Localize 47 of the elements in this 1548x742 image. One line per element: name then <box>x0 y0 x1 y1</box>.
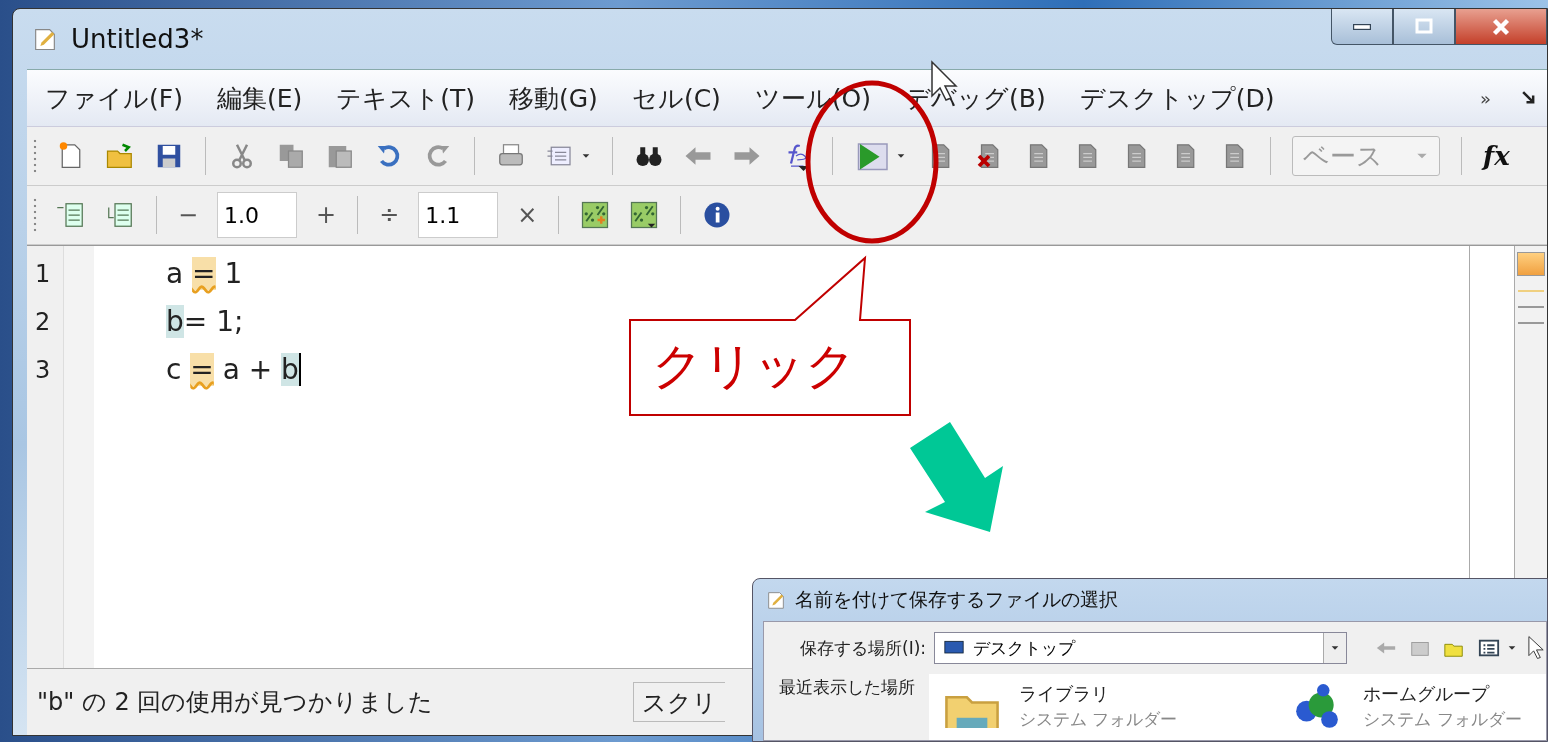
dialog-title: 名前を付けて保存するファイルの選択 <box>795 587 1118 612</box>
recent-places-item[interactable]: 最近表示した場所 <box>778 676 915 699</box>
line-number: 3 <box>34 355 52 386</box>
cell-percent-icon[interactable] <box>629 200 660 230</box>
menu-item[interactable]: デスクトップ(D) <box>1079 81 1275 115</box>
open-folder-icon[interactable] <box>105 141 135 171</box>
file-name[interactable]: ライブラリ <box>1019 682 1178 706</box>
code-line: a = 1 <box>166 256 244 292</box>
menu-item[interactable]: 編集(E) <box>216 81 303 115</box>
line-marker[interactable] <box>1518 290 1544 292</box>
file-type: システム フォルダー <box>1363 708 1522 731</box>
warning-marker[interactable] <box>1517 252 1545 276</box>
increment-field[interactable]: 1.0 <box>217 192 298 238</box>
insert-row-icon[interactable] <box>56 200 86 230</box>
increment-button[interactable]: + <box>316 201 337 229</box>
factor-field[interactable]: 1.1 <box>418 192 499 238</box>
maximize-button[interactable] <box>1393 9 1455 45</box>
menu-overflow[interactable]: » <box>1480 87 1491 109</box>
menu-item[interactable]: テキスト(T) <box>336 81 475 115</box>
location-label: 保存する場所(I): <box>800 636 924 660</box>
close-button[interactable] <box>1455 9 1547 45</box>
menu-item[interactable]: セル(C) <box>631 81 721 115</box>
file-type: システム フォルダー <box>1019 708 1178 731</box>
status-message: "b" の 2 回の使用が見つかりました <box>37 687 434 718</box>
menu-item[interactable]: ファイル(F) <box>45 81 183 115</box>
decrement-button[interactable]: − <box>178 201 199 229</box>
line-number: 1 <box>34 259 52 290</box>
line-number: 2 <box>34 307 52 338</box>
multiply-button[interactable]: × <box>517 201 538 229</box>
callout-text: クリック <box>652 336 856 397</box>
status-field: スクリ <box>633 682 726 722</box>
document-icon <box>765 589 787 611</box>
window-title: Untitled3* <box>71 24 204 54</box>
cell-percent-icon[interactable] <box>580 200 611 230</box>
cursor-icon <box>1527 635 1546 661</box>
menu-item[interactable]: 移動(G) <box>509 81 598 115</box>
divide-button[interactable]: ÷ <box>379 201 400 229</box>
minimize-button[interactable] <box>1331 9 1393 45</box>
file-name[interactable]: ホームグループ <box>1363 682 1522 706</box>
minimize-icon <box>1352 23 1372 30</box>
line-marker[interactable] <box>1518 306 1544 308</box>
outdent-row-icon[interactable] <box>105 200 135 230</box>
code-line: b= 1; <box>166 304 245 340</box>
view-menu-icon[interactable] <box>1477 637 1501 659</box>
location-dropdown[interactable]: デスクトップ <box>934 632 1347 664</box>
line-marker[interactable] <box>1518 322 1544 324</box>
function-button[interactable]: fx <box>1483 141 1510 171</box>
